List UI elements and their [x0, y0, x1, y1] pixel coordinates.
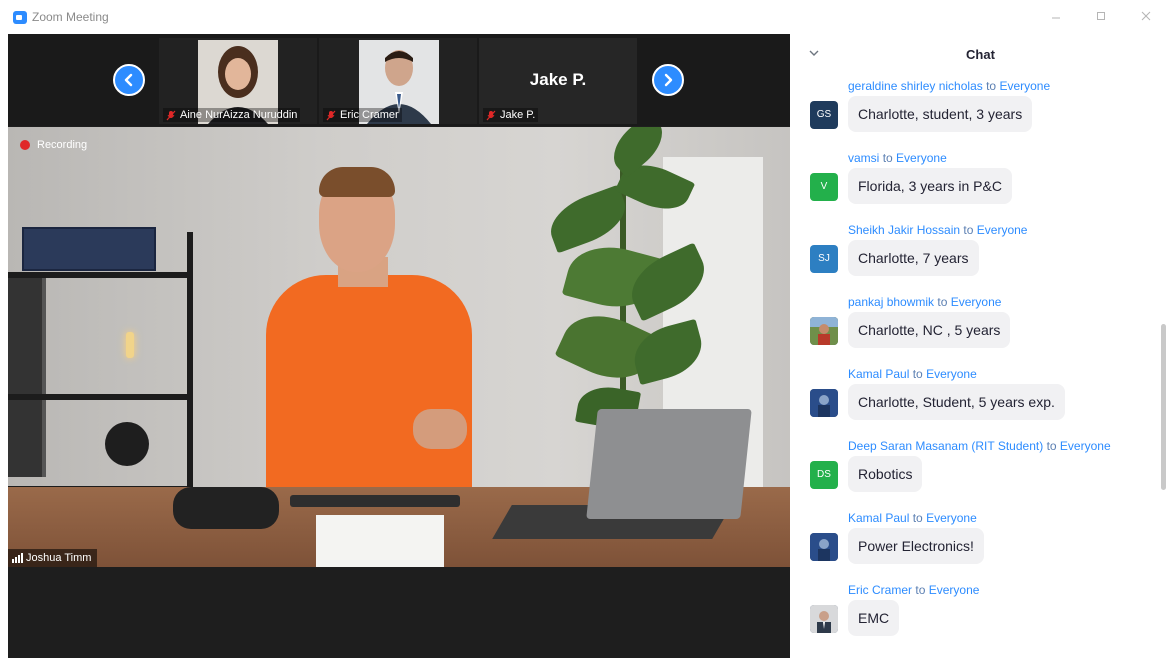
message-to: to	[1046, 439, 1057, 453]
message-text: EMC	[848, 600, 900, 636]
chat-message: Eric Cramer to Everyone EMC	[790, 578, 1160, 650]
avatar	[810, 389, 838, 417]
message-to: to	[963, 223, 974, 237]
message-sender[interactable]: Kamal Paul	[848, 367, 909, 381]
meeting-area: Aine NurAizza Nuruddin Eric Cramer Jake …	[8, 34, 790, 658]
avatar: GS	[810, 101, 838, 129]
chevron-right-icon	[664, 73, 673, 87]
message-sender[interactable]: geraldine shirley nicholas	[848, 79, 983, 93]
title-bar: Zoom Meeting	[0, 0, 1171, 34]
chat-panel: Chat geraldine shirley nicholas to Every…	[790, 34, 1171, 658]
previous-page-button[interactable]	[113, 64, 145, 96]
chat-message: Sheikh Jakir Hossain to Everyone SJ Char…	[790, 218, 1160, 290]
message-header: pankaj bhowmik to Everyone	[848, 295, 1001, 309]
recording-indicator: Recording	[20, 139, 87, 151]
zoom-meeting-window: Zoom Meeting Aine NurAizza Nuruddin Eric…	[0, 0, 1171, 658]
message-sender[interactable]: Sheikh Jakir Hossain	[848, 223, 960, 237]
message-text: Charlotte, 7 years	[848, 240, 979, 276]
minimize-button[interactable]	[1046, 8, 1066, 26]
chat-scrollbar[interactable]	[1161, 324, 1166, 490]
message-recipient: Everyone	[928, 583, 980, 597]
message-recipient: Everyone	[976, 223, 1028, 237]
message-recipient: Everyone	[950, 295, 1002, 309]
message-to: to	[986, 79, 997, 93]
message-sender[interactable]: Kamal Paul	[848, 511, 909, 525]
chat-message: geraldine shirley nicholas to Everyone G…	[790, 74, 1160, 146]
participant-display-name: Jake P.	[529, 70, 587, 89]
chat-message: Deep Saran Masanam (RIT Student) to Ever…	[790, 434, 1160, 506]
close-icon	[1141, 11, 1151, 21]
message-recipient: Everyone	[896, 151, 947, 165]
recording-label: Recording	[37, 139, 88, 151]
participant-label: Eric Cramer	[323, 108, 402, 122]
message-to: to	[882, 151, 893, 165]
participant-name: Jake P.	[500, 109, 536, 121]
chat-header: Chat	[790, 34, 1171, 74]
message-to: to	[937, 295, 948, 309]
chat-message-list[interactable]: geraldine shirley nicholas to Everyone G…	[790, 74, 1160, 658]
message-sender[interactable]: Deep Saran Masanam (RIT Student)	[848, 439, 1043, 453]
message-recipient: Everyone	[999, 79, 1051, 93]
message-text: Charlotte, student, 3 years	[848, 96, 1033, 132]
mic-muted-icon	[486, 110, 496, 120]
avatar: SJ	[810, 245, 838, 273]
avatar	[810, 533, 838, 561]
chat-message: Kamal Paul to Everyone Charlotte, Studen…	[790, 362, 1160, 434]
participant-tile[interactable]: Aine NurAizza Nuruddin	[159, 38, 317, 124]
zoom-logo-icon	[13, 11, 27, 24]
chat-message: Kamal Paul to Everyone Power Electronics…	[790, 506, 1160, 578]
signal-strength-icon	[12, 553, 23, 563]
message-to: to	[912, 511, 923, 525]
close-button[interactable]	[1136, 8, 1156, 26]
message-sender[interactable]: vamsi	[848, 151, 879, 165]
message-to: to	[915, 583, 926, 597]
participant-name: Aine NurAizza Nuruddin	[180, 109, 298, 121]
message-sender[interactable]: Eric Cramer	[848, 583, 912, 597]
mic-muted-icon	[166, 110, 176, 120]
message-text: Florida, 3 years in P&C	[848, 168, 1012, 204]
participant-tile[interactable]: Jake P. Jake P.	[479, 38, 637, 124]
next-page-button[interactable]	[652, 64, 684, 96]
participant-strip: Aine NurAizza Nuruddin Eric Cramer Jake …	[8, 34, 790, 126]
message-header: Kamal Paul to Everyone	[848, 511, 977, 525]
message-to: to	[912, 367, 923, 381]
chat-message: vamsi to Everyone V Florida, 3 years in …	[790, 146, 1160, 218]
message-recipient: Everyone	[1059, 439, 1111, 453]
speaker-label: Joshua Timm	[8, 549, 98, 567]
avatar: DS	[810, 461, 838, 489]
active-speaker-video[interactable]: Recording Joshua Timm	[8, 127, 790, 567]
message-header: Sheikh Jakir Hossain to Everyone	[848, 223, 1027, 237]
chevron-left-icon	[124, 73, 133, 87]
message-recipient: Everyone	[926, 367, 977, 381]
chat-message: pankaj bhowmik to Everyone Charlotte, NC…	[790, 290, 1160, 362]
participant-label: Aine NurAizza Nuruddin	[163, 108, 301, 122]
participant-name: Eric Cramer	[340, 109, 399, 121]
participant-label: Jake P.	[483, 108, 539, 122]
message-text: Charlotte, Student, 5 years exp.	[848, 384, 1065, 420]
message-recipient: Everyone	[926, 511, 977, 525]
mic-muted-icon	[326, 110, 336, 120]
message-sender[interactable]: pankaj bhowmik	[848, 295, 934, 309]
avatar	[810, 605, 838, 633]
message-text: Power Electronics!	[848, 528, 984, 564]
message-text: Robotics	[848, 456, 923, 492]
participant-tile[interactable]: Eric Cramer	[319, 38, 477, 124]
maximize-icon	[1097, 12, 1105, 20]
message-header: vamsi to Everyone	[848, 151, 947, 165]
message-header: Deep Saran Masanam (RIT Student) to Ever…	[848, 439, 1111, 453]
message-header: Kamal Paul to Everyone	[848, 367, 977, 381]
minimize-icon	[1052, 17, 1060, 19]
chat-title: Chat	[966, 47, 995, 62]
message-header: Eric Cramer to Everyone	[848, 583, 979, 597]
speaker-name: Joshua Timm	[26, 552, 92, 564]
avatar: V	[810, 173, 838, 201]
avatar	[810, 317, 838, 345]
window-title: Zoom Meeting	[32, 10, 109, 24]
message-text: Charlotte, NC , 5 years	[848, 312, 1011, 348]
maximize-button[interactable]	[1091, 8, 1111, 26]
recording-icon	[20, 140, 30, 150]
message-header: geraldine shirley nicholas to Everyone	[848, 79, 1050, 93]
